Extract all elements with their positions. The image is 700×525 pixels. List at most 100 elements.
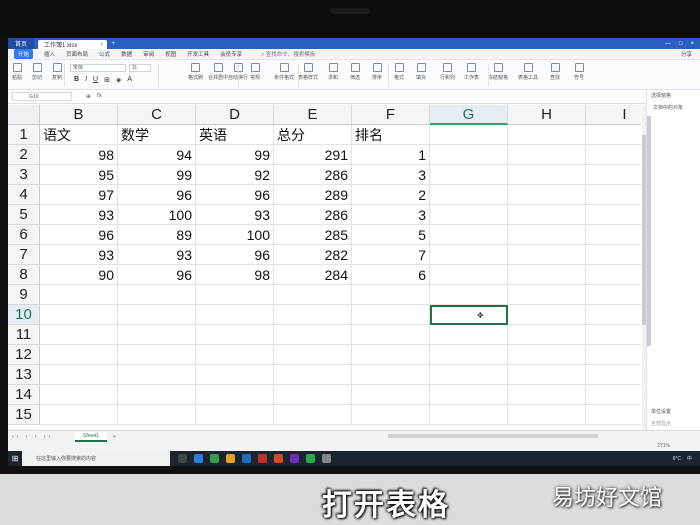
cell-d15[interactable] [196, 405, 274, 425]
cell-b14[interactable] [40, 385, 118, 405]
row-header-1[interactable]: 1 [8, 125, 40, 145]
cell-e11[interactable] [274, 325, 352, 345]
cell-c11[interactable] [118, 325, 196, 345]
cell-c4[interactable]: 96 [118, 185, 196, 205]
column-header-d[interactable]: D [196, 105, 274, 125]
italic-button[interactable]: I [85, 76, 87, 84]
cell-d7[interactable]: 96 [196, 245, 274, 265]
cell-g13[interactable] [430, 365, 508, 385]
cell-c2[interactable]: 94 [118, 145, 196, 165]
cell-d9[interactable] [196, 285, 274, 305]
horizontal-scrollbar[interactable] [388, 434, 598, 438]
cell-h9[interactable] [508, 285, 586, 305]
bold-button[interactable]: B [74, 76, 79, 84]
cell-f1[interactable]: 排名 [352, 125, 430, 145]
cell-c9[interactable] [118, 285, 196, 305]
cell-b7[interactable]: 93 [40, 245, 118, 265]
minimize-icon[interactable]: — [665, 41, 671, 47]
ribbon-button[interactable]: 复制 [52, 63, 62, 81]
cell-c12[interactable] [118, 345, 196, 365]
cell-e6[interactable]: 285 [274, 225, 352, 245]
cell-f6[interactable]: 5 [352, 225, 430, 245]
cell-i11[interactable] [586, 325, 641, 345]
column-header-g[interactable]: G [430, 105, 508, 125]
row-header-5[interactable]: 5 [8, 205, 40, 225]
cell-h13[interactable] [508, 365, 586, 385]
menu-developer[interactable]: 开发工具 [187, 50, 209, 58]
cell-i8[interactable] [586, 265, 641, 285]
home-tab[interactable]: 首页 [8, 38, 34, 49]
cell-b12[interactable] [40, 345, 118, 365]
ribbon-button[interactable]: 填充 [416, 63, 426, 81]
cell-d10[interactable] [196, 305, 274, 325]
column-header-b[interactable]: B [40, 105, 118, 125]
cell-h7[interactable] [508, 245, 586, 265]
ribbon-button[interactable]: 格式 [394, 63, 404, 81]
ribbon-button[interactable]: 常规 [250, 63, 260, 81]
taskbar-search[interactable]: 在这里输入你要搜索的内容 [22, 451, 170, 466]
cell-h6[interactable] [508, 225, 586, 245]
column-header-f[interactable]: F [352, 105, 430, 125]
menu-member[interactable]: 会员专享 [220, 50, 242, 58]
cell-f9[interactable] [352, 285, 430, 305]
cell-f8[interactable]: 6 [352, 265, 430, 285]
ribbon-button[interactable]: 符号 [574, 63, 584, 81]
zoom-icon[interactable]: ⊕ [86, 93, 91, 100]
ribbon-button[interactable]: 粘贴 [12, 63, 22, 81]
cell-f12[interactable] [352, 345, 430, 365]
cell-g3[interactable] [430, 165, 508, 185]
menu-page-layout[interactable]: 页面布局 [66, 50, 88, 58]
cell-c15[interactable] [118, 405, 196, 425]
cell-e3[interactable]: 286 [274, 165, 352, 185]
cell-g8[interactable] [430, 265, 508, 285]
cell-e13[interactable] [274, 365, 352, 385]
ribbon-button[interactable]: 冻结窗格 [488, 63, 508, 81]
new-tab-icon[interactable]: + [111, 41, 115, 47]
ribbon-button[interactable]: 求和 [328, 63, 338, 81]
cell-b10[interactable] [40, 305, 118, 325]
ribbon-button[interactable]: 排序 [372, 63, 382, 81]
task-view-icon[interactable] [178, 454, 187, 463]
cell-h4[interactable] [508, 185, 586, 205]
cell-i2[interactable] [586, 145, 641, 165]
column-header-i[interactable]: I [586, 105, 641, 125]
cell-f11[interactable] [352, 325, 430, 345]
cell-e1[interactable]: 总分 [274, 125, 352, 145]
active-cell[interactable]: ✥ [430, 305, 508, 325]
menu-start[interactable]: 开始 [14, 49, 34, 59]
app-icon[interactable] [242, 454, 251, 463]
add-sheet-icon[interactable]: + [113, 434, 116, 440]
ribbon-button[interactable]: 行和列 [440, 63, 455, 81]
cell-g4[interactable] [430, 185, 508, 205]
cell-e14[interactable] [274, 385, 352, 405]
cell-e12[interactable] [274, 345, 352, 365]
command-search[interactable]: ⌕ 查找命令、搜索模板 [261, 50, 315, 59]
row-header-3[interactable]: 3 [8, 165, 40, 185]
settings-icon[interactable] [322, 454, 331, 463]
ribbon-button[interactable]: 表格工具 [518, 63, 538, 81]
cell-f14[interactable] [352, 385, 430, 405]
column-header-h[interactable]: H [508, 105, 586, 125]
column-header-c[interactable]: C [118, 105, 196, 125]
cell-i9[interactable] [586, 285, 641, 305]
cell-c10[interactable] [118, 305, 196, 325]
cell-c1[interactable]: 数学 [118, 125, 196, 145]
cell-e7[interactable]: 282 [274, 245, 352, 265]
windows-start-icon[interactable]: ⊞ [8, 454, 22, 463]
cell-d5[interactable]: 93 [196, 205, 274, 225]
cell-d6[interactable]: 100 [196, 225, 274, 245]
cell-d12[interactable] [196, 345, 274, 365]
cell-b13[interactable] [40, 365, 118, 385]
font-color-icon[interactable]: A [127, 76, 132, 84]
cell-b6[interactable]: 96 [40, 225, 118, 245]
cell-i4[interactable] [586, 185, 641, 205]
cell-e10[interactable] [274, 305, 352, 325]
cell-g14[interactable] [430, 385, 508, 405]
ribbon-button[interactable]: 表格样式 [298, 63, 318, 81]
cell-f3[interactable]: 3 [352, 165, 430, 185]
cell-c8[interactable]: 96 [118, 265, 196, 285]
font-name-select[interactable]: 宋体 [70, 64, 126, 72]
cell-f10[interactable] [352, 305, 430, 325]
cell-h8[interactable] [508, 265, 586, 285]
ribbon-button[interactable]: 工作表 [464, 63, 479, 81]
